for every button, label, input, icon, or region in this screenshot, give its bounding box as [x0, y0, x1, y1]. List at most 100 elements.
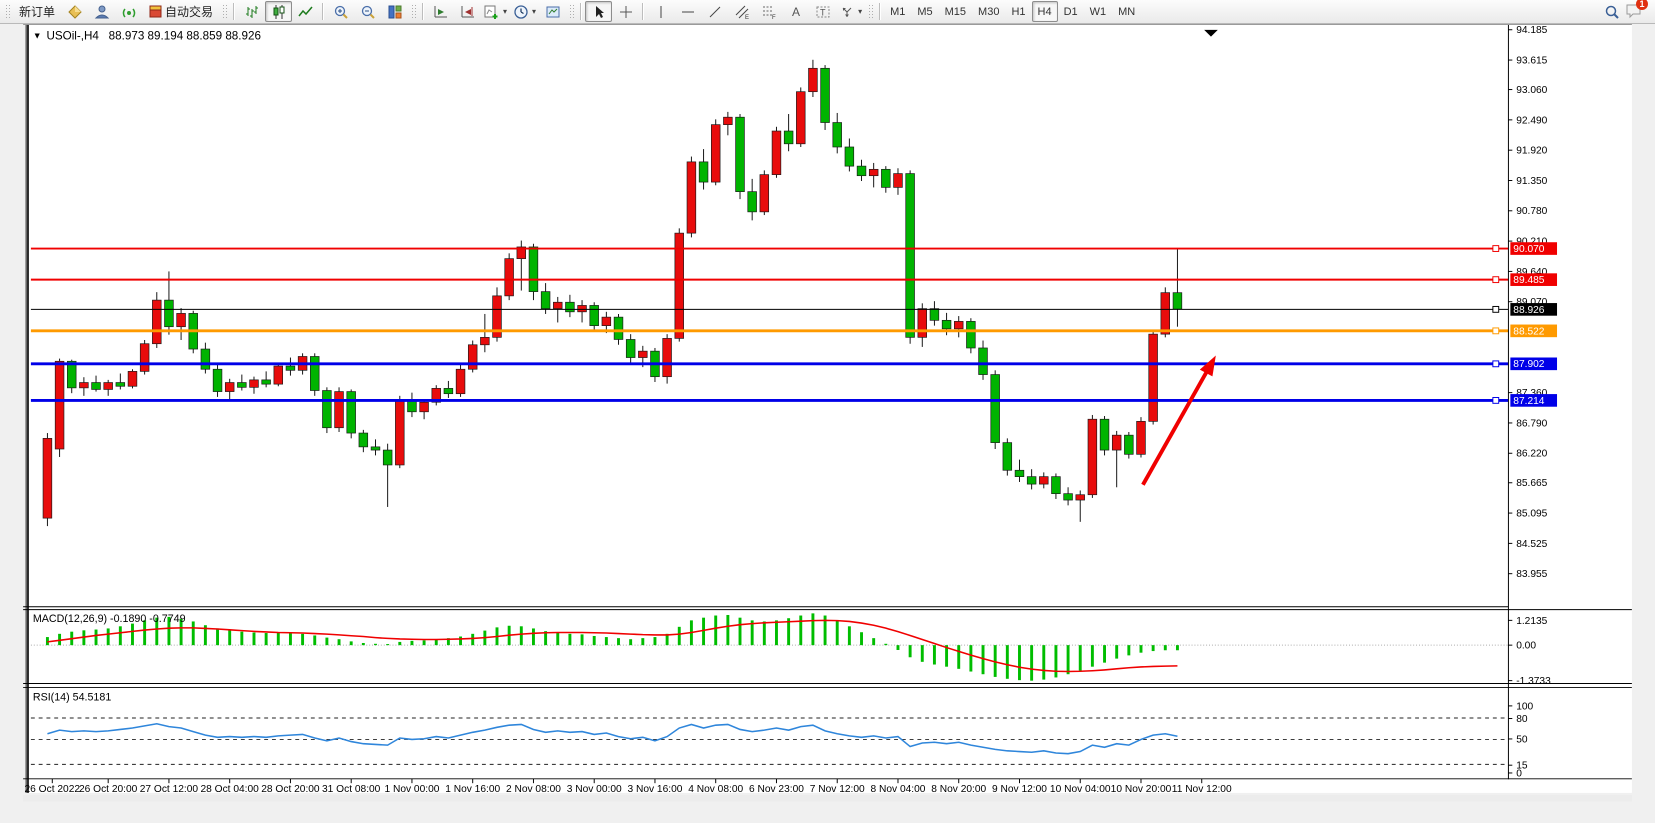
auto-scroll-button[interactable]	[427, 1, 454, 22]
toolbar-separator	[422, 3, 424, 20]
toolbar-grip[interactable]	[222, 4, 227, 20]
tile-windows-button[interactable]	[381, 1, 408, 22]
timeframe-button-H4[interactable]: H4	[1032, 1, 1058, 22]
svg-text:92.490: 92.490	[1516, 115, 1547, 126]
search-icon	[1604, 4, 1620, 20]
auto-trading-button[interactable]: 自动交易	[142, 1, 219, 22]
svg-text:2 Nov 08:00: 2 Nov 08:00	[506, 784, 561, 795]
clock-icon	[513, 4, 529, 20]
candlestick-chart-type-button[interactable]	[265, 1, 292, 22]
profile-button[interactable]	[88, 1, 115, 22]
svg-text:E: E	[745, 15, 749, 20]
horizontal-line-tool-button[interactable]	[674, 1, 701, 22]
svg-text:6 Nov 23:00: 6 Nov 23:00	[749, 784, 804, 795]
timeframe-button-MN[interactable]: MN	[1112, 1, 1141, 22]
zoom-out-button[interactable]	[354, 1, 381, 22]
zoom-in-icon	[333, 4, 349, 20]
text-label-tool-button[interactable]: T	[809, 1, 836, 22]
toolbar: 新订单 自动交易 ▾ ▾	[0, 0, 1655, 24]
toolbar-separator	[642, 3, 644, 20]
svg-text:91.920: 91.920	[1516, 146, 1547, 157]
toolbar-separator	[580, 3, 582, 20]
horizontal-line-icon	[680, 4, 696, 20]
svg-text:26 Oct 20:00: 26 Oct 20:00	[79, 784, 138, 795]
fibonacci-icon: F	[761, 4, 777, 20]
svg-text:3 Nov 00:00: 3 Nov 00:00	[567, 784, 622, 795]
timeframe-button-H1[interactable]: H1	[1005, 1, 1031, 22]
svg-text:93.615: 93.615	[1516, 55, 1547, 66]
svg-text:10 Nov 20:00: 10 Nov 20:00	[1111, 784, 1172, 795]
svg-text:8 Nov 20:00: 8 Nov 20:00	[931, 784, 986, 795]
equidistant-channel-icon: E	[734, 4, 750, 20]
svg-text:31 Oct 08:00: 31 Oct 08:00	[322, 784, 381, 795]
fibonacci-tool-button[interactable]: F	[755, 1, 782, 22]
svg-text:86.790: 86.790	[1516, 418, 1547, 429]
line-chart-type-button[interactable]	[292, 1, 319, 22]
notification-badge: 1	[1636, 0, 1648, 10]
vertical-line-tool-button[interactable]	[647, 1, 674, 22]
crosshair-tool-button[interactable]	[612, 1, 639, 22]
arrows-dropdown-caret: ▾	[858, 7, 862, 16]
svg-text:50: 50	[1516, 734, 1528, 745]
indicators-button[interactable]: ▾	[481, 1, 510, 22]
line-chart-icon	[298, 4, 314, 20]
svg-text:8 Nov 04:00: 8 Nov 04:00	[871, 784, 926, 795]
timeframe-button-M30[interactable]: M30	[972, 1, 1005, 22]
periods-button[interactable]: ▾	[510, 1, 539, 22]
timeframe-button-D1[interactable]: D1	[1058, 1, 1084, 22]
svg-text:1 Nov 00:00: 1 Nov 00:00	[384, 784, 439, 795]
timeframe-button-W1[interactable]: W1	[1084, 1, 1113, 22]
new-order-button[interactable]: 新订单	[13, 1, 61, 22]
toolbar-grip[interactable]	[569, 4, 574, 20]
notifications-button[interactable]: 1	[1625, 2, 1643, 22]
trendline-tool-button[interactable]	[701, 1, 728, 22]
arrows-tool-button[interactable]: ▾	[836, 1, 865, 22]
toolbar-grip[interactable]	[868, 4, 873, 20]
signal-icon	[121, 4, 137, 20]
svg-text:9 Nov 12:00: 9 Nov 12:00	[992, 784, 1047, 795]
ohlc-collapse-arrow[interactable]: ▼	[33, 31, 42, 41]
auto-trading-label: 自动交易	[165, 3, 213, 20]
timeframe-button-M1[interactable]: M1	[884, 1, 911, 22]
bar-chart-type-button[interactable]	[238, 1, 265, 22]
timeframe-button-M15[interactable]: M15	[939, 1, 972, 22]
toolbar-grip[interactable]	[5, 4, 10, 20]
window-bottom-edge	[23, 795, 1632, 802]
svg-text:26 Oct 2022: 26 Oct 2022	[25, 784, 81, 795]
candlestick-icon	[271, 4, 287, 20]
svg-text:88.522: 88.522	[1513, 326, 1544, 337]
signals-button[interactable]	[115, 1, 142, 22]
templates-button[interactable]	[539, 1, 566, 22]
svg-text:84.525: 84.525	[1516, 539, 1547, 550]
chart-shift-button[interactable]	[454, 1, 481, 22]
svg-text:11 Nov 12:00: 11 Nov 12:00	[1172, 784, 1232, 795]
svg-text:100: 100	[1516, 701, 1533, 712]
svg-text:7 Nov 12:00: 7 Nov 12:00	[810, 784, 865, 795]
trendline-icon	[707, 4, 723, 20]
tile-windows-icon	[387, 4, 403, 20]
auto-scroll-icon	[433, 4, 449, 20]
search-button[interactable]	[1598, 1, 1625, 22]
svg-text:28 Oct 20:00: 28 Oct 20:00	[261, 784, 320, 795]
cursor-tool-button[interactable]	[585, 1, 612, 22]
chart-canvas[interactable]: 94.18593.61593.06092.49091.92091.35090.7…	[0, 24, 1655, 823]
svg-text:86.220: 86.220	[1516, 449, 1547, 460]
svg-text:0: 0	[1516, 768, 1522, 779]
zoom-in-button[interactable]	[327, 1, 354, 22]
gold-cube-icon	[67, 4, 83, 20]
toolbar-grip[interactable]	[411, 4, 416, 20]
chart-title: USOil-,H4	[46, 30, 99, 43]
svg-text:28 Oct 04:00: 28 Oct 04:00	[201, 784, 260, 795]
svg-text:0.00: 0.00	[1516, 641, 1536, 652]
svg-text:91.350: 91.350	[1516, 176, 1547, 187]
svg-text:1.2135: 1.2135	[1516, 616, 1547, 627]
channel-tool-button[interactable]: E	[728, 1, 755, 22]
svg-text:3 Nov 16:00: 3 Nov 16:00	[627, 784, 682, 795]
svg-text:1 Nov 16:00: 1 Nov 16:00	[445, 784, 500, 795]
text-tool-button[interactable]: A	[782, 1, 809, 22]
zoom-out-icon	[360, 4, 376, 20]
timeframe-button-M5[interactable]: M5	[911, 1, 938, 22]
svg-text:88.926: 88.926	[1513, 305, 1544, 316]
market-watch-button[interactable]	[61, 1, 88, 22]
cursor-icon	[591, 4, 607, 20]
